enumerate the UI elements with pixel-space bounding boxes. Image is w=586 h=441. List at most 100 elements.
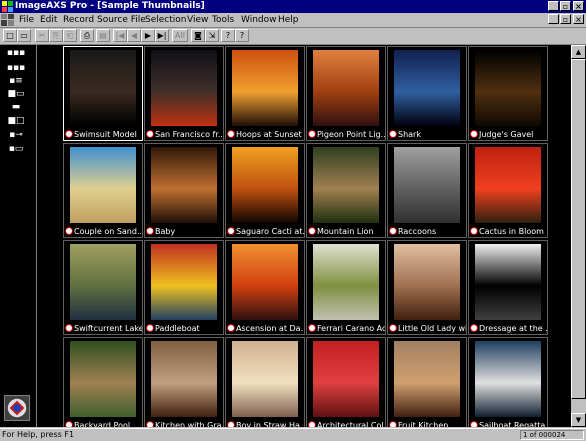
list-view-icon[interactable]: ▪≡: [4, 75, 28, 87]
paste-icon[interactable]: ⎗: [63, 29, 77, 42]
previous-record-icon[interactable]: ◀: [127, 29, 141, 42]
thumbnail-cell[interactable]: Pigeon Point Lig...: [306, 46, 386, 141]
thumbnail-cell[interactable]: Swiftcurrent Lake: [63, 240, 143, 335]
vertical-scrollbar[interactable]: ▲ ▼: [571, 45, 586, 427]
thumbnail-grid-large-icon[interactable]: ▪▪▪: [4, 47, 28, 59]
thumbnail-cell[interactable]: Fruit Kitchen...: [387, 337, 467, 427]
thumbnail-cell[interactable]: Backyard Pool: [63, 337, 143, 427]
thumbnail-image[interactable]: [232, 147, 298, 223]
thumbnail-image[interactable]: [151, 341, 217, 417]
thumbnail-image[interactable]: [394, 50, 460, 126]
thumbnail-image[interactable]: [313, 50, 379, 126]
thumbnail-cell[interactable]: Sailboat Regatta...: [468, 337, 548, 427]
new-icon[interactable]: □: [3, 29, 17, 42]
menu-edit[interactable]: Edit: [40, 14, 57, 26]
thumbnail-cell[interactable]: Kitchen with Gra...: [144, 337, 224, 427]
thumbnail-grid-small-icon[interactable]: ▪▪▪: [4, 62, 28, 74]
thumbnail-cell[interactable]: Mountain Lion: [306, 143, 386, 238]
next-record-icon[interactable]: ▶: [141, 29, 155, 42]
thumbnail-caption: Shark: [389, 129, 466, 141]
last-record-icon[interactable]: ▶|: [155, 29, 169, 42]
close-button[interactable]: ×: [573, 1, 584, 11]
menu-help[interactable]: Help: [278, 14, 299, 26]
thumbnail-cell[interactable]: Ascension at Da...: [225, 240, 305, 335]
status-bar: For Help, press F1 1 of 000024: [0, 428, 586, 441]
thumbnail-image[interactable]: [70, 341, 136, 417]
thumbnail-image[interactable]: [151, 147, 217, 223]
record-icon: [146, 324, 154, 332]
record-view-icon[interactable]: ■▭: [4, 88, 28, 100]
first-record-icon[interactable]: |◀: [113, 29, 127, 42]
thumbnail-image[interactable]: [151, 50, 217, 126]
child-minimize-button[interactable]: _: [548, 14, 559, 24]
thumbnail-image[interactable]: [151, 244, 217, 320]
thumbnail-image[interactable]: [232, 50, 298, 126]
thumbnail-image[interactable]: [232, 341, 298, 417]
thumbnail-image[interactable]: [475, 50, 541, 126]
menu-record[interactable]: Record: [63, 14, 94, 26]
scroll-thumb[interactable]: [571, 59, 586, 399]
thumbnail-cell[interactable]: Architectural Col...: [306, 337, 386, 427]
thumbnail-cell[interactable]: Dressage at the ...: [468, 240, 548, 335]
menu-file[interactable]: File: [19, 14, 34, 26]
thumbnail-cell[interactable]: Couple on Sand...: [63, 143, 143, 238]
scroll-up-icon[interactable]: ▲: [571, 45, 586, 59]
thumbnail-image[interactable]: [475, 341, 541, 417]
thumbnail-image[interactable]: [70, 147, 136, 223]
thumbnail-cell[interactable]: Hoops at Sunset: [225, 46, 305, 141]
restore-button[interactable]: ▫: [560, 1, 571, 11]
copy-icon[interactable]: ⎘: [49, 29, 63, 42]
import-icon[interactable]: ⇲: [205, 29, 219, 42]
record-icon: [308, 324, 316, 332]
thumbnail-cell[interactable]: Baby: [144, 143, 224, 238]
thumbnail-cell[interactable]: Cactus in Bloom: [468, 143, 548, 238]
slide-view-icon[interactable]: ▪▭: [4, 143, 28, 155]
thumbnail-cell[interactable]: Paddleboat: [144, 240, 224, 335]
thumbnail-image[interactable]: [394, 341, 460, 417]
thumbnail-image[interactable]: [232, 244, 298, 320]
thumbnail-cell[interactable]: Raccoons: [387, 143, 467, 238]
full-image-icon[interactable]: ▬: [4, 101, 28, 113]
minimize-button[interactable]: _: [548, 1, 559, 11]
thumbnail-cell[interactable]: Swimsuit Model: [63, 46, 143, 141]
thumbnail-image[interactable]: [394, 147, 460, 223]
menu-tools[interactable]: Tools: [212, 14, 234, 26]
save-icon[interactable]: ▤: [96, 29, 110, 42]
thumbnail-cell[interactable]: Judge's Gavel: [468, 46, 548, 141]
form-view-icon[interactable]: ■□: [4, 115, 28, 127]
thumbnail-caption: San Francisco fr...: [146, 129, 223, 141]
all-button[interactable]: All: [172, 29, 188, 42]
child-restore-button[interactable]: ▫: [560, 14, 571, 24]
open-icon[interactable]: ▭: [17, 29, 31, 42]
help-icon[interactable]: ?: [221, 29, 235, 42]
scroll-down-icon[interactable]: ▼: [571, 413, 586, 427]
menu-view[interactable]: View: [187, 14, 208, 26]
print-icon[interactable]: ⎙: [80, 29, 94, 42]
thumbnail-image[interactable]: [313, 147, 379, 223]
document-icon[interactable]: [1, 14, 14, 26]
thumbnail-cell[interactable]: Ferrari Carano Ad: [306, 240, 386, 335]
thumbnail-cell[interactable]: Little Old Lady wi...: [387, 240, 467, 335]
thumbnail-cell[interactable]: San Francisco fr...: [144, 46, 224, 141]
thumbnail-caption: Couple on Sand...: [65, 226, 142, 238]
menu-window[interactable]: Window: [241, 14, 277, 26]
thumbnail-image[interactable]: [394, 244, 460, 320]
thumbnail-image[interactable]: [475, 244, 541, 320]
menu-source-file[interactable]: Source File: [97, 14, 146, 26]
thumbnail-image[interactable]: [70, 50, 136, 126]
thumbnail-image[interactable]: [475, 147, 541, 223]
thumbnail-cell[interactable]: Shark: [387, 46, 467, 141]
thumbnail-cell[interactable]: Saguaro Cacti at...: [225, 143, 305, 238]
menu-selection[interactable]: Selection: [145, 14, 186, 26]
thumbnail-image[interactable]: [313, 341, 379, 417]
keyword-view-icon[interactable]: ▪⊸: [4, 129, 28, 141]
context-help-icon[interactable]: ?: [235, 29, 249, 42]
thumbnail-image[interactable]: [70, 244, 136, 320]
cut-icon[interactable]: ✂: [35, 29, 49, 42]
child-close-button[interactable]: ×: [573, 14, 584, 24]
record-icon: [308, 227, 316, 235]
thumbnail-cell[interactable]: Boy in Straw Ha...: [225, 337, 305, 427]
camera-icon[interactable]: ◙: [191, 29, 205, 42]
thumbnail-caption: Sailboat Regatta...: [470, 420, 547, 427]
thumbnail-image[interactable]: [313, 244, 379, 320]
